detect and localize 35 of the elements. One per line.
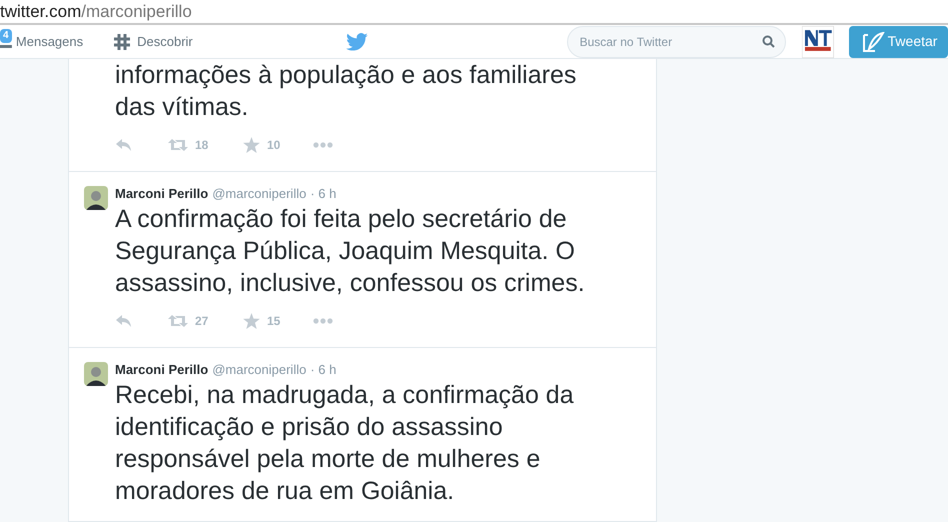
author-handle[interactable]: @marconiperillo — [212, 361, 306, 379]
retweet-icon — [167, 314, 189, 328]
reply-icon[interactable] — [115, 138, 133, 152]
search-field[interactable]: Buscar no Twitter — [566, 26, 786, 58]
tweet-time[interactable]: · 6 h — [310, 185, 336, 203]
star-icon — [243, 313, 260, 329]
discover-tab[interactable]: Descobrir — [113, 32, 193, 52]
hashtag-icon — [113, 32, 132, 50]
author-name[interactable]: Marconi Perillo — [115, 185, 208, 203]
quill-icon — [862, 32, 885, 52]
more-icon[interactable] — [313, 142, 333, 148]
favorite-button[interactable]: 15 — [243, 312, 313, 330]
message-count-badge: 4 — [0, 29, 12, 43]
author-handle[interactable]: @marconiperillo — [212, 185, 306, 203]
retweet-icon — [167, 138, 189, 152]
url-path: /marconiperillo — [81, 0, 192, 23]
tweet-time[interactable]: · 6 h — [310, 361, 336, 379]
star-icon — [243, 137, 260, 153]
favorite-button[interactable]: 10 — [243, 136, 313, 154]
bird-logo-icon[interactable] — [346, 32, 368, 50]
author-name[interactable]: Marconi Perillo — [115, 361, 208, 379]
tweet-text: informações à população e aos familiares das vítimas. — [115, 60, 578, 123]
messages-tab[interactable]: Mensagens — [16, 32, 84, 52]
retweet-button[interactable]: 27 — [167, 312, 243, 330]
tweet-text: Recebi, na madrugada, a confirmação da identificação e prisão do assassino responsável pela morte de mulheres e moradores de rua em Goiânia. — [115, 380, 575, 507]
more-icon[interactable] — [313, 318, 333, 324]
url-host: twitter.com — [0, 0, 82, 23]
retweet-button[interactable]: 18 — [167, 136, 243, 154]
avatar-icon[interactable] — [84, 362, 108, 386]
search-icon[interactable] — [762, 34, 775, 48]
avatar-icon[interactable] — [84, 186, 108, 210]
tweet-button[interactable]: Tweetar — [848, 26, 948, 58]
tweet-text: A confirmação foi feita pelo secretário de Segurança Pública, Joaquim Mesquita. O assassino, inclusive, confessou os crimes. — [115, 204, 586, 299]
reply-icon[interactable] — [115, 314, 133, 328]
profile-logo-icon[interactable] — [802, 26, 834, 58]
